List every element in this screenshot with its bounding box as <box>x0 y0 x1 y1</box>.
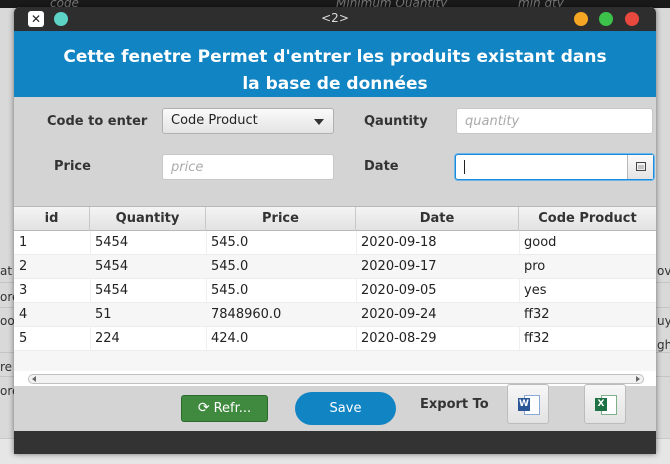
word-icon: W <box>518 395 540 415</box>
price-input[interactable] <box>162 154 334 180</box>
cell-quantity: 224 <box>95 331 120 346</box>
cell-date: 2020-09-17 <box>361 259 437 274</box>
date-input[interactable] <box>456 155 626 179</box>
cell-quantity: 5454 <box>95 235 129 250</box>
table-row[interactable]: 1 5454 545.0 2020-09-18 good <box>14 231 656 255</box>
cell-quantity: 5454 <box>95 283 129 298</box>
cell-id: 2 <box>19 259 28 274</box>
window-title: <2> <box>321 11 349 25</box>
cell-date: 2020-08-29 <box>361 331 437 346</box>
date-label: Date <box>364 159 399 174</box>
cell-id: 3 <box>19 283 28 298</box>
background-fragment: gh <box>657 338 670 352</box>
cell-price: 545.0 <box>211 259 249 274</box>
background-fragment: uy <box>657 314 670 328</box>
cell-code-product: pro <box>524 259 546 274</box>
cell-quantity: 51 <box>95 307 112 322</box>
refresh-button-label: Refr... <box>213 401 252 416</box>
cell-id: 5 <box>19 331 28 346</box>
refresh-button[interactable]: ⟳ Refr... <box>181 395 268 422</box>
export-excel-button[interactable]: X <box>584 384 626 424</box>
cell-price: 545.0 <box>211 283 249 298</box>
cell-date: 2020-09-18 <box>361 235 437 250</box>
background-fragment: at <box>0 264 13 278</box>
cell-code-product: good <box>524 235 557 250</box>
table-row[interactable]: 4 51 7848960.0 2020-09-24 ff32 <box>14 303 656 327</box>
cell-id: 1 <box>19 235 28 250</box>
column-header-id[interactable]: id <box>14 207 90 231</box>
cell-quantity: 5454 <box>95 259 129 274</box>
horizontal-scrollbar[interactable] <box>28 374 644 384</box>
cell-id: 4 <box>19 307 28 322</box>
background-fragment: ov <box>657 264 670 278</box>
code-combobox[interactable]: Code Product <box>162 108 334 134</box>
cell-date: 2020-09-24 <box>361 307 437 322</box>
chevron-down-icon <box>314 119 324 125</box>
products-table: id Quantity Price Date Code Product 1 54… <box>14 206 656 386</box>
column-header-date[interactable]: Date <box>356 207 519 231</box>
calendar-button[interactable] <box>627 155 653 179</box>
quantity-input[interactable] <box>456 108 653 134</box>
export-label: Export To <box>420 397 489 412</box>
quantity-label: Qauntity <box>364 114 428 129</box>
date-picker[interactable] <box>455 154 654 180</box>
scroll-right-icon[interactable] <box>636 376 640 382</box>
table-header: id Quantity Price Date Code Product <box>14 207 656 231</box>
table-row-empty <box>14 351 656 371</box>
code-combobox-value: Code Product <box>171 113 258 128</box>
cell-code-product: ff32 <box>524 307 550 322</box>
excel-icon: X <box>595 395 617 415</box>
cell-price: 545.0 <box>211 235 249 250</box>
word-icon-letter: W <box>518 398 530 411</box>
column-header-code-product[interactable]: Code Product <box>519 207 656 231</box>
calendar-icon <box>636 162 646 171</box>
cell-code-product: ff32 <box>524 331 550 346</box>
header-banner: Cette fenetre Permet d'entrer les produi… <box>14 31 656 97</box>
background-fragment: oo <box>0 314 15 328</box>
window-bottom-bar <box>14 431 656 454</box>
title-bar: ✕ <2> <box>14 7 656 31</box>
minimize-button[interactable] <box>574 12 588 26</box>
close-button[interactable] <box>625 12 639 26</box>
save-button[interactable]: Save <box>295 392 396 425</box>
banner-line-1: Cette fenetre Permet d'entrer les produi… <box>63 47 607 67</box>
refresh-icon: ⟳ <box>197 400 210 416</box>
cell-price: 424.0 <box>211 331 249 346</box>
table-row[interactable]: 5 224 424.0 2020-08-29 ff32 <box>14 327 656 351</box>
text-cursor <box>464 160 465 174</box>
product-entry-window: ✕ <2> Cette fenetre Permet d'entrer les … <box>14 7 656 454</box>
cell-price: 7848960.0 <box>211 307 282 322</box>
table-row[interactable]: 3 5454 545.0 2020-09-05 yes <box>14 279 656 303</box>
code-label: Code to enter <box>47 114 148 129</box>
column-header-quantity[interactable]: Quantity <box>90 207 206 231</box>
cell-code-product: yes <box>524 283 547 298</box>
maximize-button[interactable] <box>599 12 613 26</box>
export-word-button[interactable]: W <box>507 384 549 424</box>
background-fragment: re <box>0 360 13 374</box>
excel-icon-letter: X <box>595 398 607 411</box>
cell-date: 2020-09-05 <box>361 283 437 298</box>
scroll-left-icon[interactable] <box>32 376 36 382</box>
column-header-price[interactable]: Price <box>206 207 356 231</box>
price-label: Price <box>54 159 91 174</box>
table-row[interactable]: 2 5454 545.0 2020-09-17 pro <box>14 255 656 279</box>
banner-line-2: la base de données <box>242 74 428 94</box>
